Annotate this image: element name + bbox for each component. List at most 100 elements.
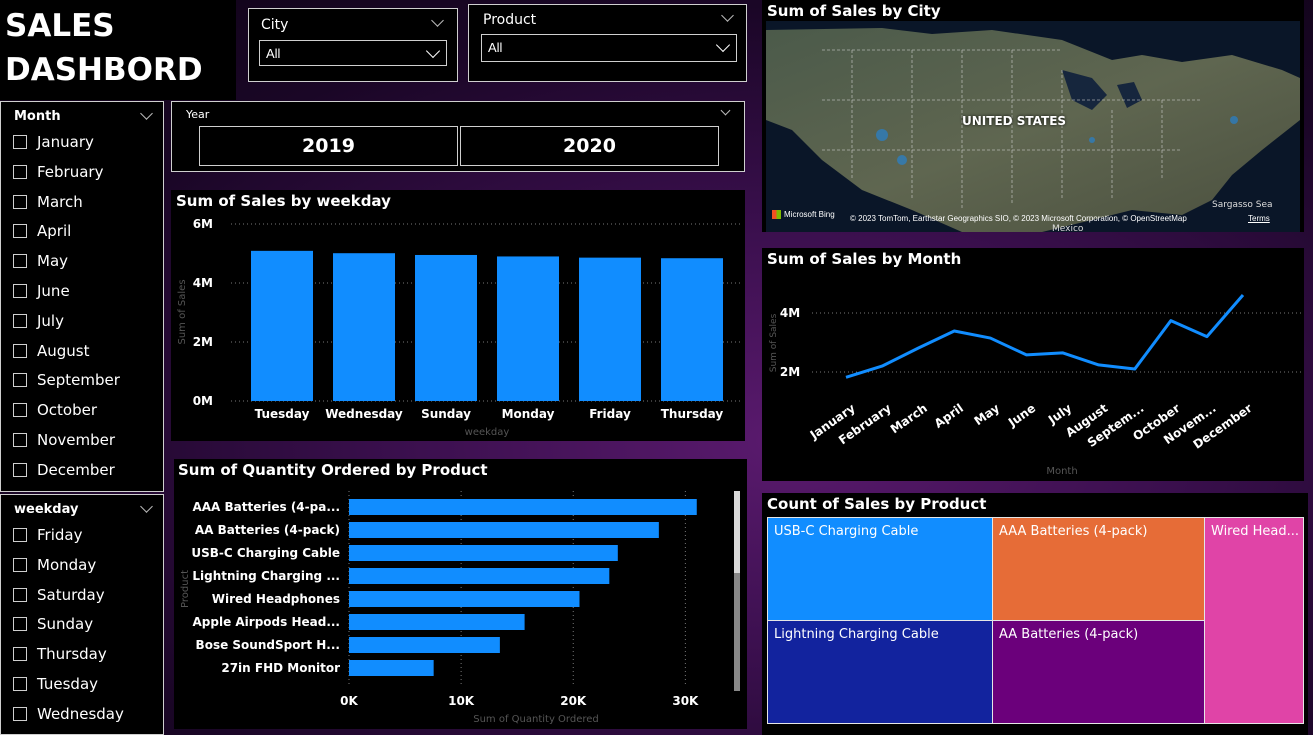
y-tick-label: AAA Batteries (4-pa... (192, 500, 340, 514)
slicer-option-label: November (37, 431, 116, 449)
map-mexico-label: Mexico (1052, 224, 1084, 232)
y-tick-label: USB-C Charging Cable (191, 546, 340, 560)
slicer-option[interactable]: Sunday (13, 613, 93, 635)
slicer-option[interactable]: March (13, 191, 83, 213)
x-tick-label: 10K (448, 694, 475, 708)
chevron-down-icon[interactable] (140, 500, 153, 513)
bar (251, 250, 313, 401)
product-dropdown-value: All (488, 40, 503, 55)
x-tick-label: June (1005, 401, 1038, 430)
slicer-option-label: Monday (37, 555, 97, 574)
checkbox[interactable] (13, 587, 27, 602)
treemap-tile[interactable]: AA Batteries (4-pack) (992, 620, 1205, 724)
y-tick-label: 4M (193, 276, 213, 290)
x-tick-label: 20K (560, 694, 587, 708)
checkbox[interactable] (13, 617, 27, 632)
slicer-option[interactable]: July (13, 310, 64, 332)
bar (349, 499, 697, 515)
slicer-option-label: Friday (37, 526, 83, 544)
x-tick-label: Friday (589, 407, 631, 421)
chevron-down-icon (425, 43, 441, 59)
chart-title: Count of Sales by Product (767, 495, 987, 513)
treemap-tile[interactable]: USB-C Charging Cable (767, 517, 993, 621)
chevron-down-icon[interactable] (720, 105, 731, 116)
tile-label: AAA Batteries (4-pack) (999, 524, 1148, 539)
bar (349, 591, 580, 607)
treemap-tile[interactable]: AAA Batteries (4-pack) (992, 517, 1205, 621)
checkbox[interactable] (13, 373, 27, 388)
chevron-down-icon[interactable] (431, 14, 444, 27)
year-button-2019[interactable]: 2019 (199, 126, 458, 166)
chart-svg: 0M 2M 4M 6M Tuesday Wednesday Sunday Monday Frid… (177, 217, 743, 438)
map-terms-link[interactable]: Terms (1248, 214, 1270, 223)
count-by-product-treemap: Count of Sales by Product USB-C Charging… (762, 493, 1308, 735)
checkbox[interactable] (13, 284, 27, 298)
bar (349, 522, 659, 538)
slicer-option[interactable]: October (13, 399, 97, 421)
chevron-down-icon (715, 37, 731, 53)
bar (661, 258, 723, 401)
product-dropdown[interactable]: All (481, 34, 737, 62)
slicer-option-label: January (37, 133, 94, 151)
scrollbar-track[interactable] (734, 491, 740, 691)
x-tick-label: Tuesday (255, 407, 310, 421)
series-line (845, 294, 1245, 379)
checkbox[interactable] (13, 254, 27, 269)
chart-svg: 0K 10K 20K 30K AAA Batteries (4-pa... AA Batt… (180, 491, 699, 725)
microsoft-logo-icon (772, 210, 781, 219)
map-attribution[interactable]: © 2023 TomTom, Earthstar Geographics SIO… (850, 214, 1187, 223)
chevron-down-icon[interactable] (721, 9, 734, 22)
checkbox[interactable] (13, 462, 27, 477)
bing-brand-text: Microsoft Bing (784, 210, 835, 219)
slicer-option[interactable]: November (13, 429, 115, 451)
slicer-option[interactable]: June (13, 280, 70, 302)
slicer-option[interactable]: May (13, 250, 68, 272)
slicer-option[interactable]: Saturday (13, 584, 105, 606)
checkbox[interactable] (13, 224, 27, 239)
slicer-option[interactable]: August (13, 340, 90, 362)
checkbox[interactable] (13, 194, 27, 209)
slicer-option[interactable]: September (13, 369, 120, 391)
bar (497, 256, 559, 401)
slicer-option[interactable]: Monday (13, 554, 96, 576)
checkbox[interactable] (13, 706, 27, 721)
bar (349, 545, 618, 561)
slicer-option-label: Thursday (37, 645, 107, 664)
slicer-option-label: Wednesday (37, 704, 124, 723)
x-tick-label: March (888, 401, 930, 436)
x-tick-label: Sunday (421, 407, 471, 421)
slicer-option[interactable]: Thursday (13, 643, 107, 665)
checkbox[interactable] (13, 557, 27, 572)
y-tick-label: 0M (193, 394, 213, 408)
y-tick-label: AA Batteries (4-pack) (195, 523, 340, 537)
slicer-option[interactable]: Tuesday (13, 673, 98, 695)
checkbox[interactable] (13, 343, 27, 358)
checkbox[interactable] (13, 433, 27, 447)
checkbox[interactable] (13, 528, 27, 542)
city-slicer-label: City (261, 17, 289, 33)
checkbox[interactable] (13, 647, 27, 662)
sales-by-city-map: Sum of Sales by City UNITED STATES Sarga… (762, 0, 1304, 232)
slicer-option[interactable]: February (13, 161, 103, 183)
year-button-2020[interactable]: 2020 (460, 126, 719, 166)
checkbox[interactable] (13, 677, 27, 691)
tile-label: Wired Head... (1211, 524, 1300, 539)
slicer-option[interactable]: Friday (13, 524, 82, 546)
checkbox[interactable] (13, 164, 27, 179)
treemap-tile[interactable]: Wired Head... (1204, 517, 1304, 724)
checkbox[interactable] (13, 135, 27, 149)
x-tick-label: May (972, 401, 1003, 428)
y-axis-title: Sum of Sales (769, 313, 779, 372)
slicer-option[interactable]: April (13, 220, 71, 242)
slicer-option-label: June (37, 282, 70, 300)
scrollbar-thumb[interactable] (734, 491, 740, 573)
slicer-option[interactable]: Wednesday (13, 703, 124, 725)
slicer-option[interactable]: December (13, 459, 115, 481)
treemap-tile[interactable]: Lightning Charging Cable (767, 620, 993, 724)
slicer-option[interactable]: January (13, 131, 94, 153)
weekday-slicer-label: weekday (14, 502, 79, 517)
chevron-down-icon[interactable] (140, 107, 153, 120)
checkbox[interactable] (13, 313, 27, 328)
checkbox[interactable] (13, 403, 27, 418)
city-dropdown[interactable]: All (259, 40, 447, 66)
